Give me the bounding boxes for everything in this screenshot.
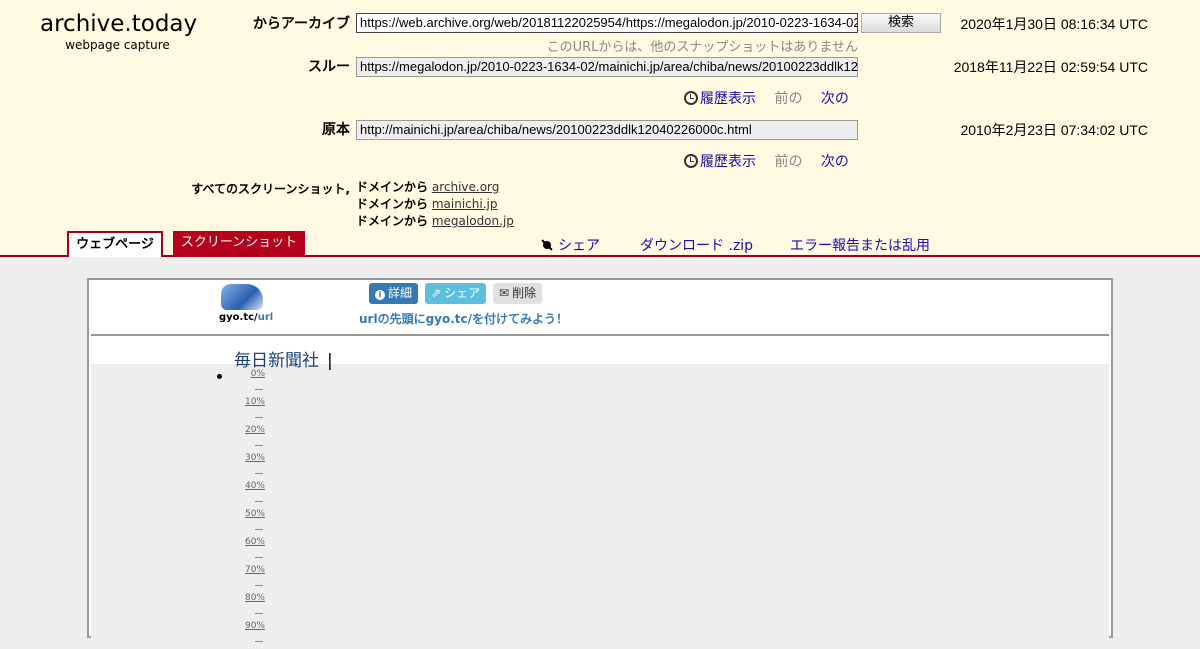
domain-link[interactable]: megalodon.jp (432, 214, 514, 228)
domain-item: ドメインから mainichi.jp (356, 197, 498, 211)
domain-link[interactable]: mainichi.jp (432, 197, 498, 211)
domain-list: ドメインから archive.org ドメインから mainichi.jp ドメ… (356, 179, 514, 230)
separator: | (327, 351, 333, 371)
next-link[interactable]: 次の (821, 91, 849, 107)
detail-button[interactable]: i 詳細 (369, 283, 419, 304)
list-item: 0% (241, 369, 265, 397)
no-other-snapshots-note: このURLからは、他のスナップショットはありません (546, 40, 858, 55)
prev-link: 前の (774, 91, 803, 107)
share-icon (540, 238, 554, 252)
gyo-logo-text-url: url (257, 312, 274, 323)
tab-webpage[interactable]: ウェブページ (67, 231, 163, 257)
list-item: 90% (241, 621, 265, 649)
domain-item: ドメインから megalodon.jp (356, 214, 514, 228)
list-item: 30% (241, 453, 265, 481)
through-url-input[interactable]: https://megalodon.jp/2010-0223-1634-02/m… (356, 57, 858, 77)
search-button[interactable]: 検索 (861, 13, 941, 33)
domain-link[interactable]: archive.org (432, 180, 500, 194)
domain-item: ドメインから archive.org (356, 180, 500, 194)
through-nav: 履歴表示 前の 次の (684, 88, 849, 108)
gyo-car-icon (221, 284, 263, 310)
from-archive-label: からアーカイブ (252, 16, 350, 32)
list-item: 10% (241, 397, 265, 425)
download-zip-link[interactable]: ダウンロード .zip (640, 235, 753, 255)
logo-title: archive.today (40, 11, 198, 37)
tab-screenshot[interactable]: スクリーンショット (173, 231, 305, 255)
share-link[interactable]: シェア (540, 235, 600, 255)
through-timestamp: 2018年11月22日 02:59:54 UTC (953, 59, 1148, 75)
list-item: 70% (241, 565, 265, 593)
archive-header: archive.today webpage capture からアーカイブ ht… (0, 0, 1200, 257)
original-url-input[interactable]: http://mainichi.jp/area/chiba/news/20100… (356, 120, 858, 140)
brand-title[interactable]: 毎日新聞社 | (234, 346, 333, 371)
gyo-logo[interactable]: gyo.tc/url (219, 284, 273, 326)
history-link[interactable]: 履歴表示 (700, 91, 756, 107)
list-item: 60% (241, 537, 265, 565)
all-screenshots-label: すべてのスクリーンショット, (191, 182, 350, 196)
archive-logo[interactable]: archive.today webpage capture (40, 10, 198, 52)
gyo-share-button[interactable]: ⇗ シェア (425, 283, 487, 304)
percent-list: 0% 10% 20% 30% 40% 50% 60% 70% 80% 90% (241, 369, 265, 649)
through-label: スルー (308, 59, 350, 75)
history-icon (684, 154, 698, 168)
original-nav: 履歴表示 前の 次の (684, 151, 849, 171)
gyo-logo-text: gyo.tc/ (219, 312, 258, 323)
list-bullet (217, 374, 222, 379)
logo-subtitle: webpage capture (65, 38, 170, 52)
envelope-icon: ✉ (499, 286, 510, 300)
list-item: 40% (241, 481, 265, 509)
from-archive-timestamp: 2020年1月30日 08:16:34 UTC (960, 16, 1148, 32)
from-archive-url-input[interactable]: https://web.archive.org/web/201811220259… (356, 13, 858, 33)
original-label: 原本 (322, 122, 350, 138)
delete-button[interactable]: ✉ 削除 (493, 283, 543, 304)
info-icon: i (375, 290, 385, 300)
gyo-tip-text: urlの先頭にgyo.tc/を付けてみよう！ (359, 312, 569, 326)
captured-page-frame: gyo.tc/url i 詳細 ⇗ シェア ✉ 削除 urlの先頭にgyo.tc/を付… (87, 278, 1113, 646)
share-box-icon: ⇗ (431, 286, 442, 300)
archived-content: 毎日新聞社 | 0% 10% 20% 30% 40% 50% 60% 70% 80… (91, 334, 1109, 646)
report-abuse-link[interactable]: エラー報告または乱用 (790, 235, 930, 255)
list-item: 50% (241, 509, 265, 537)
list-item: 80% (241, 593, 265, 621)
history-link[interactable]: 履歴表示 (700, 154, 756, 170)
history-icon (684, 91, 698, 105)
original-timestamp: 2010年2月23日 07:34:02 UTC (960, 122, 1148, 138)
list-item: 20% (241, 425, 265, 453)
next-link[interactable]: 次の (821, 154, 849, 170)
prev-link: 前の (774, 154, 803, 170)
